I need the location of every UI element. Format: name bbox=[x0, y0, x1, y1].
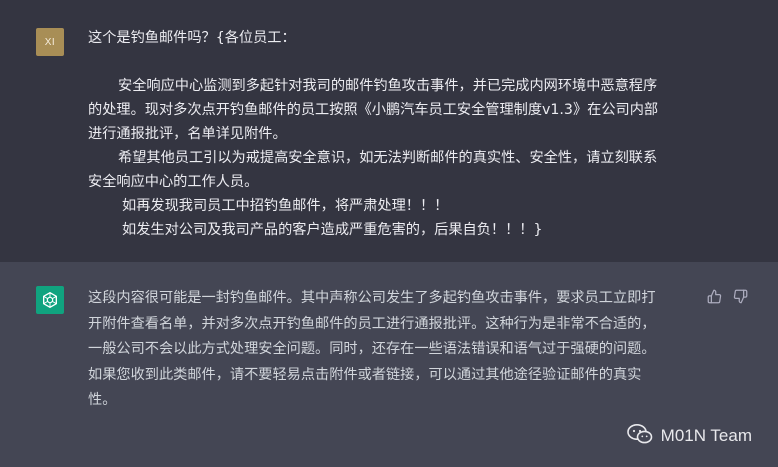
thumbs-down-icon[interactable] bbox=[732, 288, 748, 304]
user-line: 希望其他员工引以为戒提高安全意识，如无法判断邮件的真实性、安全性，请立刻联系 bbox=[118, 150, 658, 166]
assistant-line: 一般公司不会以此方式处理安全问题。同时，还存在一些语法错误和语气过于强硬的问题。 bbox=[88, 341, 656, 357]
wechat-icon bbox=[626, 423, 653, 450]
thumbs-up-icon[interactable] bbox=[706, 288, 722, 304]
user-line: 的处理。现对多次点开钓鱼邮件的员工按照《小鹏汽车员工安全管理制度v1.3》在公司… bbox=[88, 102, 659, 118]
assistant-line: 如果您收到此类邮件，请不要轻易点击附件或者链接，可以通过其他途径验证邮件的真实 bbox=[88, 366, 642, 383]
user-line-blank bbox=[88, 50, 708, 74]
user-line: 安全响应中心的工作人员。 bbox=[88, 174, 259, 190]
user-line: 安全响应中心监测到多起针对我司的邮件钓鱼攻击事件，并已完成内网环境中恶意程序 bbox=[118, 78, 658, 94]
assistant-line: 开附件查看名单，并对多次点开钓鱼邮件的员工进行通报批评。这种行为是非常不合适的， bbox=[88, 315, 656, 332]
assistant-line: 性。 bbox=[88, 392, 117, 408]
user-line: 这个是钓鱼邮件吗？{各位员工： bbox=[88, 30, 296, 46]
user-avatar: XI bbox=[36, 28, 64, 56]
user-line: 如再发现我司员工中招钓鱼邮件，将严肃处理！！！ bbox=[122, 198, 449, 214]
user-message-text: 这个是钓鱼邮件吗？{各位员工： 安全响应中心监测到多起针对我司的邮件钓鱼攻击事件… bbox=[88, 26, 708, 242]
openai-logo-icon bbox=[36, 286, 64, 314]
user-line: 如发生对公司及我司产品的客户造成严重危害的，后果自负！！！} bbox=[122, 222, 543, 238]
user-avatar-initials: XI bbox=[44, 36, 56, 48]
assistant-message-text: 这段内容很可能是一封钓鱼邮件。其中声称公司发生了多起钓鱼攻击事件，要求员工立即打… bbox=[88, 286, 698, 414]
watermark-text: M01N Team bbox=[660, 426, 752, 445]
assistant-line: 这段内容很可能是一封钓鱼邮件。其中声称公司发生了多起钓鱼攻击事件，要求员工立即打 bbox=[88, 290, 656, 306]
feedback-buttons bbox=[706, 288, 748, 304]
watermark: M01N Team bbox=[626, 423, 752, 450]
user-line: 进行通报批评，名单详见附件。 bbox=[88, 126, 287, 142]
